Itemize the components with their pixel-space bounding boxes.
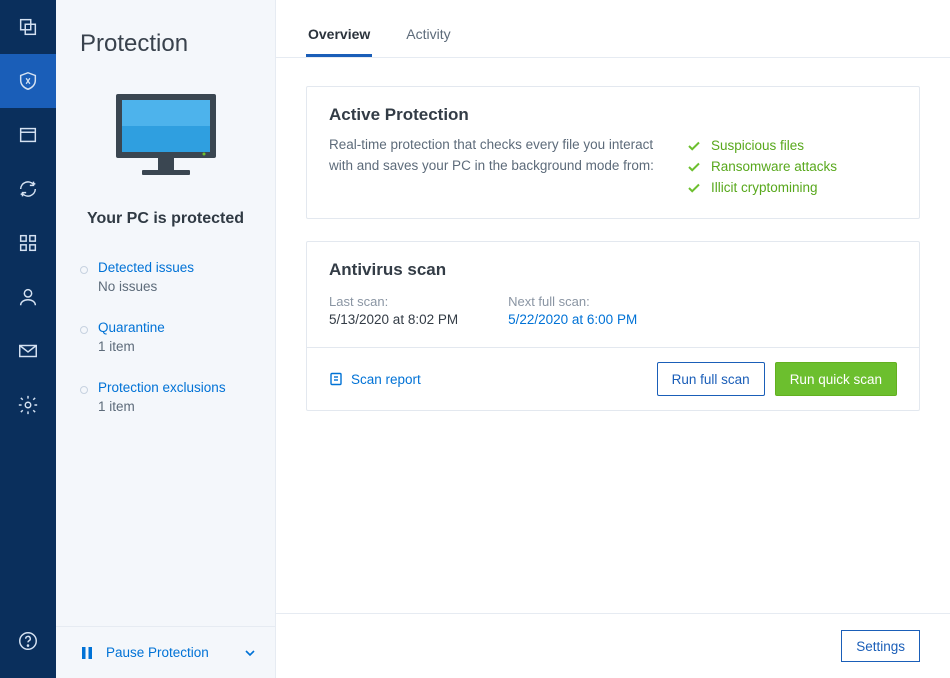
- settings-button[interactable]: Settings: [841, 630, 920, 662]
- quarantine-link[interactable]: Quarantine: [98, 320, 275, 335]
- copy-icon: [17, 16, 39, 38]
- last-scan-block: Last scan: 5/13/2020 at 8:02 PM: [329, 294, 458, 327]
- scan-actions: Run full scan Run quick scan: [657, 362, 897, 396]
- monitor-illustration: [56, 58, 275, 196]
- detected-issues-value: No issues: [98, 279, 275, 294]
- active-protection-card: Active Protection Real-time protection t…: [306, 86, 920, 219]
- monitor-icon: [106, 86, 226, 186]
- protection-item-label: Ransomware attacks: [711, 159, 837, 174]
- nav-item-settings[interactable]: [0, 378, 56, 432]
- exclusions-link[interactable]: Protection exclusions: [98, 380, 275, 395]
- protection-item-ransomware: Ransomware attacks: [687, 156, 897, 177]
- antivirus-scan-title: Antivirus scan: [307, 242, 919, 290]
- scan-report-label: Scan report: [351, 372, 421, 387]
- gear-icon: [17, 394, 39, 416]
- nav-item-dashboard[interactable]: [0, 0, 56, 54]
- user-icon: [17, 286, 39, 308]
- tab-activity[interactable]: Activity: [404, 26, 452, 57]
- scan-body: Last scan: 5/13/2020 at 8:02 PM Next ful…: [307, 290, 919, 327]
- stat-exclusions: Protection exclusions 1 item: [80, 372, 275, 432]
- nav-item-protection[interactable]: [0, 54, 56, 108]
- run-quick-scan-button[interactable]: Run quick scan: [775, 362, 897, 396]
- archive-icon: [17, 124, 39, 146]
- protection-item-label: Illicit cryptomining: [711, 180, 818, 195]
- tabs: Overview Activity: [276, 0, 950, 58]
- nav-items: [0, 0, 56, 614]
- nav-item-apps[interactable]: [0, 216, 56, 270]
- help-icon: [17, 630, 39, 652]
- stat-list: Detected issues No issues Quarantine 1 i…: [56, 246, 275, 432]
- nav-footer: [0, 614, 56, 678]
- detected-issues-link[interactable]: Detected issues: [98, 260, 275, 275]
- active-protection-body: Real-time protection that checks every f…: [307, 135, 919, 218]
- nav-item-messages[interactable]: [0, 324, 56, 378]
- next-scan-block: Next full scan: 5/22/2020 at 6:00 PM: [508, 294, 897, 327]
- check-icon: [687, 160, 701, 174]
- nav-item-account[interactable]: [0, 270, 56, 324]
- antivirus-scan-card: Antivirus scan Last scan: 5/13/2020 at 8…: [306, 241, 920, 411]
- main-content: Overview Activity Active Protection Real…: [276, 0, 950, 678]
- nav-rail: [0, 0, 56, 678]
- tab-overview[interactable]: Overview: [306, 26, 372, 57]
- mail-icon: [17, 340, 39, 362]
- apps-icon: [17, 232, 39, 254]
- last-scan-value: 5/13/2020 at 8:02 PM: [329, 312, 458, 327]
- nav-item-archive[interactable]: [0, 108, 56, 162]
- protection-item-label: Suspicious files: [711, 138, 804, 153]
- content-area: Active Protection Real-time protection t…: [276, 58, 950, 613]
- active-protection-list: Suspicious files Ransomware attacks Illi…: [687, 135, 897, 198]
- app-root: Protection Your PC is protected Detected…: [0, 0, 950, 678]
- pause-protection-label: Pause Protection: [106, 645, 209, 660]
- shield-icon: [17, 70, 39, 92]
- exclusions-value: 1 item: [98, 399, 275, 414]
- page-title: Protection: [56, 0, 275, 58]
- next-scan-label: Next full scan:: [508, 294, 897, 309]
- status-heading: Your PC is protected: [56, 196, 275, 246]
- protection-item-cryptomining: Illicit cryptomining: [687, 177, 897, 198]
- check-icon: [687, 139, 701, 153]
- quarantine-value: 1 item: [98, 339, 275, 354]
- main-footer: Settings: [276, 613, 950, 678]
- protection-item-suspicious: Suspicious files: [687, 135, 897, 156]
- nav-item-sync[interactable]: [0, 162, 56, 216]
- active-protection-title: Active Protection: [307, 87, 919, 135]
- scan-report-link[interactable]: Scan report: [329, 372, 421, 387]
- next-scan-link[interactable]: 5/22/2020 at 6:00 PM: [508, 312, 897, 327]
- stat-quarantine: Quarantine 1 item: [80, 312, 275, 372]
- report-icon: [329, 372, 343, 386]
- sync-icon: [17, 178, 39, 200]
- active-protection-description: Real-time protection that checks every f…: [329, 135, 657, 198]
- stat-detected-issues: Detected issues No issues: [80, 252, 275, 312]
- check-icon: [687, 181, 701, 195]
- run-full-scan-button[interactable]: Run full scan: [657, 362, 765, 396]
- side-panel: Protection Your PC is protected Detected…: [56, 0, 276, 678]
- scan-footer: Scan report Run full scan Run quick scan: [307, 347, 919, 410]
- pause-protection-button[interactable]: Pause Protection: [56, 626, 275, 678]
- chevron-down-icon: [243, 646, 257, 660]
- pause-icon: [80, 646, 94, 660]
- nav-item-help[interactable]: [0, 614, 56, 668]
- last-scan-label: Last scan:: [329, 294, 458, 309]
